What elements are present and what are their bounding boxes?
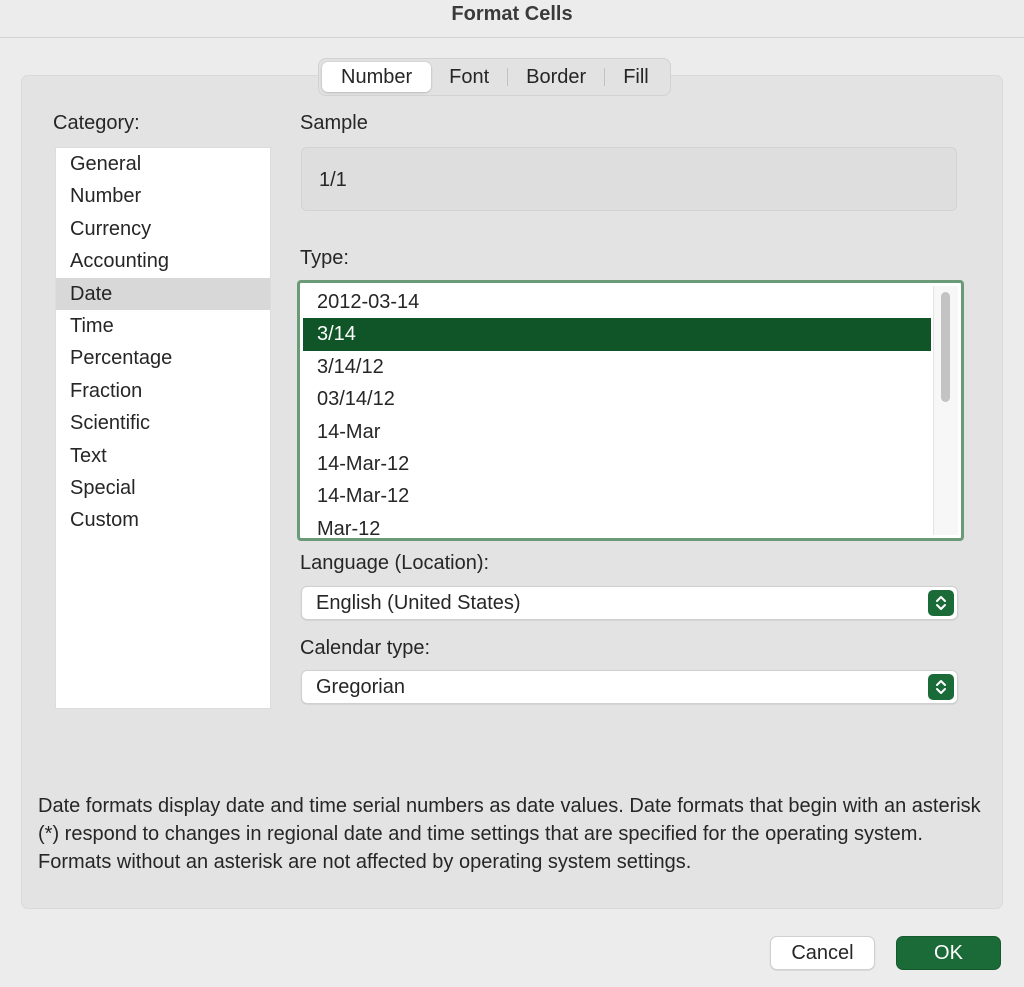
type-list-box: 2012-03-14 3/14 3/14/12 03/14/12 14-Mar … [297,280,964,541]
tab-fill[interactable]: Fill [605,62,667,92]
category-item-fraction[interactable]: Fraction [56,375,270,407]
calendar-label: Calendar type: [300,637,431,659]
sample-preview: 1/1 [301,147,957,211]
cancel-button[interactable]: Cancel [770,936,875,970]
tab-bar: Number Font Border Fill [318,58,671,96]
category-item-text[interactable]: Text [56,440,270,472]
category-list: General Number Currency Accounting Date … [55,147,271,709]
type-list: 2012-03-14 3/14 3/14/12 03/14/12 14-Mar … [303,286,931,535]
calendar-select[interactable]: Gregorian [301,670,958,704]
type-scrollbar[interactable] [933,286,958,535]
sample-label: Sample [300,112,368,134]
category-item-number[interactable]: Number [56,180,270,212]
type-item-selected[interactable]: 3/14 [303,318,931,351]
category-item-time[interactable]: Time [56,310,270,342]
type-item[interactable]: 14-Mar-12 [303,480,931,512]
type-label: Type: [300,247,349,269]
type-item[interactable]: 2012-03-14 [303,286,931,318]
language-value: English (United States) [316,592,521,614]
language-select[interactable]: English (United States) [301,586,958,620]
type-item[interactable]: 03/14/12 [303,383,931,415]
tab-border[interactable]: Border [508,62,604,92]
category-item-general[interactable]: General [56,148,270,180]
category-item-custom[interactable]: Custom [56,504,270,536]
ok-button[interactable]: OK [896,936,1001,970]
type-item[interactable]: 14-Mar-12 [303,448,931,480]
scrollbar-thumb[interactable] [941,292,950,402]
type-item[interactable]: Mar-12 [303,513,931,535]
calendar-value: Gregorian [316,676,405,698]
type-item[interactable]: 3/14/12 [303,351,931,383]
category-label: Category: [53,112,140,134]
category-item-scientific[interactable]: Scientific [56,407,270,439]
format-description: Date formats display date and time seria… [38,795,981,873]
chevron-up-down-icon [928,590,954,616]
type-item[interactable]: 14-Mar [303,416,931,448]
category-item-percentage[interactable]: Percentage [56,342,270,374]
language-label: Language (Location): [300,552,490,574]
window-title: Format Cells [0,0,1024,38]
category-item-date[interactable]: Date [56,277,270,310]
tab-number[interactable]: Number [322,62,432,92]
tab-font[interactable]: Font [431,62,507,92]
chevron-up-down-icon [928,674,954,700]
category-item-currency[interactable]: Currency [56,213,270,245]
category-item-accounting[interactable]: Accounting [56,245,270,277]
category-item-special[interactable]: Special [56,472,270,504]
